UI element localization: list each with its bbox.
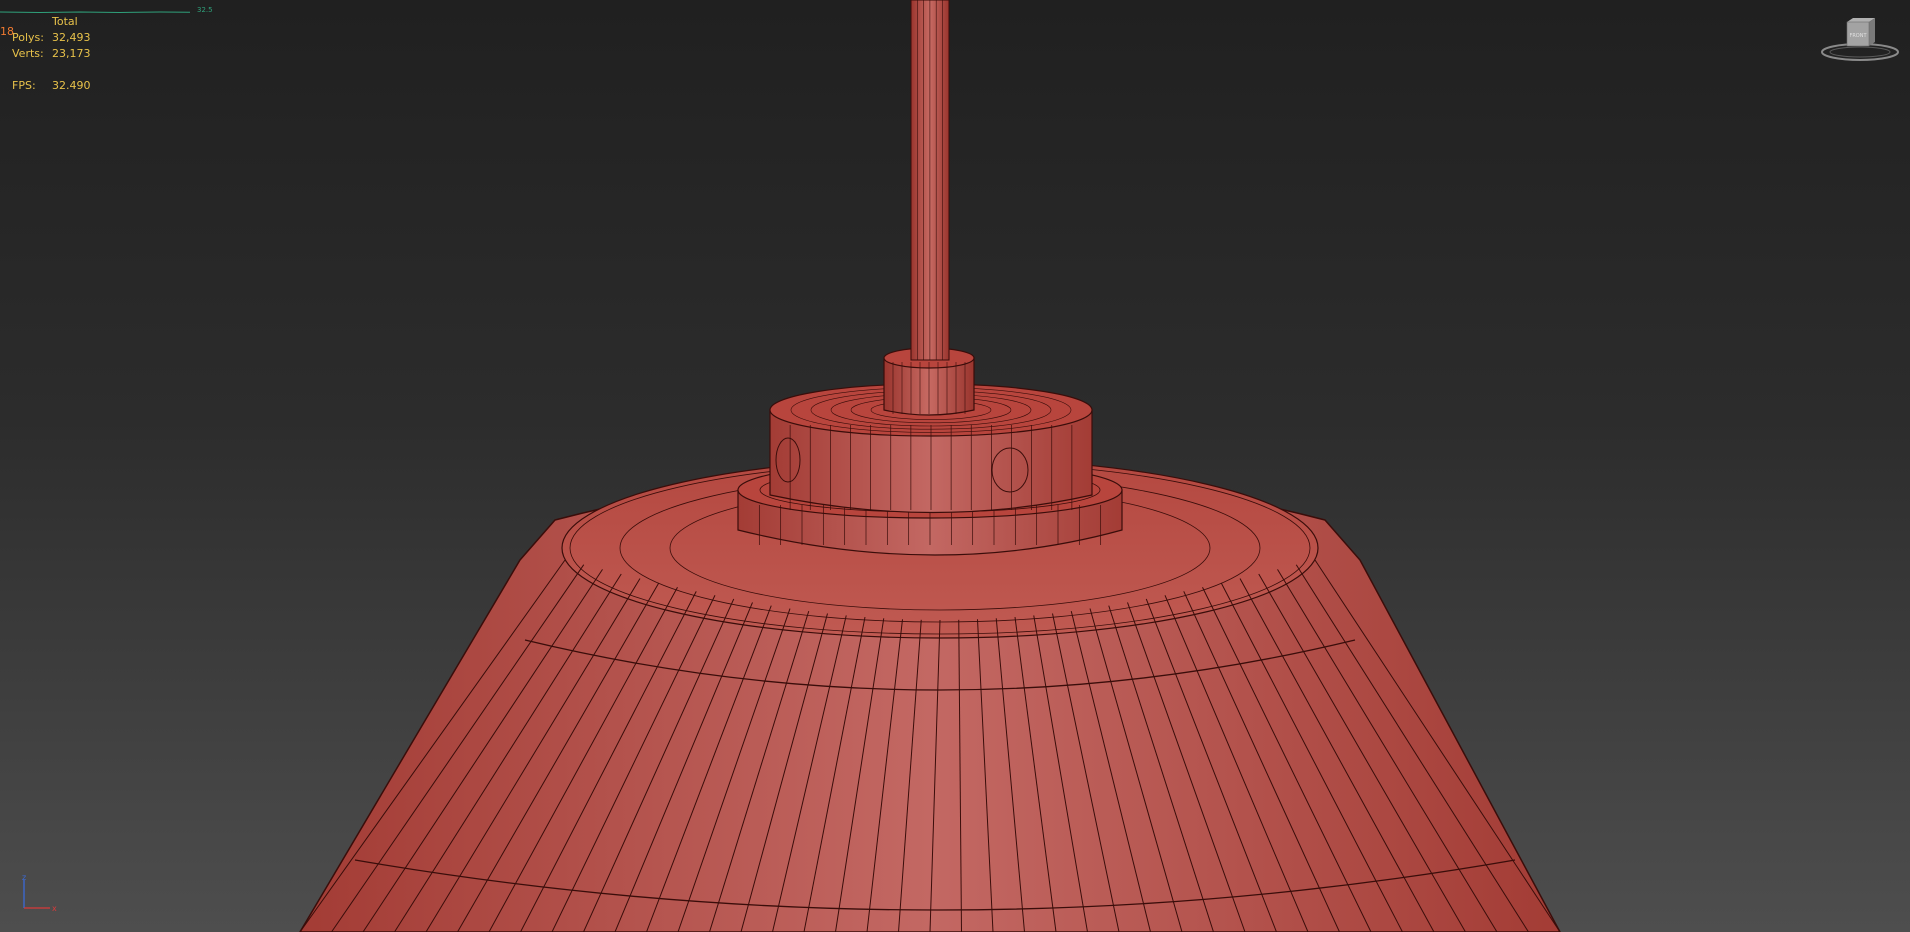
lamp-model[interactable] bbox=[299, 0, 1561, 932]
verts-value: 23,173 bbox=[52, 47, 91, 60]
fps-row: FPS: 32.490 bbox=[12, 78, 91, 94]
polys-row: Polys: 32,493 bbox=[12, 30, 91, 46]
graph-value: 32.5 bbox=[197, 6, 213, 14]
viewport-statistics: 32.5 18 Total Polys: 32,493 Verts: 23,173 … bbox=[0, 0, 230, 100]
axis-z-label: z bbox=[22, 873, 26, 882]
viewcube-face-label: FRONT bbox=[1849, 33, 1867, 39]
verts-row: Verts: 23,173 bbox=[12, 46, 91, 62]
viewcube-icon[interactable]: FRONT bbox=[1820, 16, 1900, 66]
axis-x-label: x bbox=[52, 904, 57, 913]
viewport[interactable] bbox=[0, 0, 1910, 932]
polys-label: Polys: bbox=[12, 31, 44, 44]
verts-label: Verts: bbox=[12, 47, 44, 60]
fps-graph bbox=[0, 11, 190, 13]
stats-header: Total bbox=[52, 15, 78, 28]
fps-label: FPS: bbox=[12, 79, 36, 92]
axis-tripod-icon: z x bbox=[22, 873, 57, 913]
polys-value: 32,493 bbox=[52, 31, 91, 44]
fps-value: 32.490 bbox=[52, 79, 91, 92]
